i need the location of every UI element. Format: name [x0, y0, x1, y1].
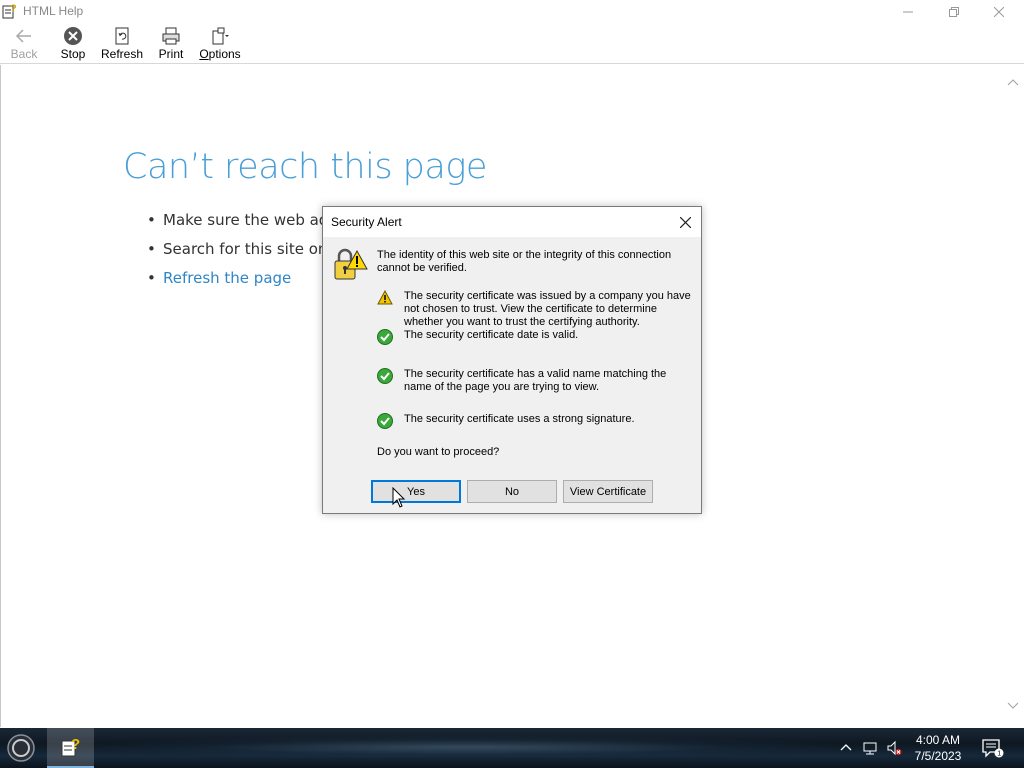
refresh-button[interactable]: Refresh — [100, 26, 144, 62]
help-app-icon: ? — [2, 3, 17, 19]
security-alert-dialog: Security Alert The identity of this web … — [322, 206, 702, 514]
check-text: The security certificate was issued by a… — [404, 290, 691, 328]
minimize-button[interactable] — [885, 0, 931, 23]
help-app-icon: ? — [61, 736, 80, 757]
title-bar: ? HTML Help — [0, 0, 1024, 23]
stop-icon — [64, 27, 82, 45]
back-arrow-icon — [15, 29, 31, 43]
refresh-page-link[interactable]: Refresh the page — [147, 269, 347, 298]
check-text: The security certificate uses a strong s… — [404, 413, 635, 425]
suggestion-list: Make sure the web addr Search for this s… — [147, 211, 347, 298]
view-certificate-button[interactable]: View Certificate — [563, 480, 653, 503]
stop-label: Stop — [60, 47, 86, 61]
toolbar: Back Stop Refresh Print Options — [0, 23, 1024, 64]
options-icon — [212, 27, 229, 45]
list-item: Make sure the web addr — [147, 211, 347, 240]
close-window-button[interactable] — [976, 0, 1022, 23]
window-title: HTML Help — [23, 4, 84, 18]
scroll-up-icon[interactable] — [1007, 77, 1019, 89]
start-button-icon[interactable] — [6, 733, 36, 763]
checkmark-icon — [377, 413, 393, 429]
warning-icon — [377, 290, 393, 305]
show-hidden-icons-chevron-icon[interactable] — [838, 740, 854, 756]
print-button[interactable]: Print — [156, 26, 186, 62]
volume-muted-icon[interactable] — [886, 740, 902, 756]
restore-icon — [949, 6, 959, 17]
list-item: Search for this site on Bi — [147, 240, 347, 269]
print-label: Print — [158, 47, 184, 61]
checkmark-icon — [377, 368, 393, 384]
restore-button[interactable] — [931, 0, 977, 23]
scroll-down-icon[interactable] — [1007, 699, 1019, 711]
check-text: The security certificate date is valid. — [404, 329, 579, 341]
svg-text:?: ? — [71, 736, 80, 753]
notification-count: 1 — [997, 751, 1001, 758]
options-label-rest: ptions — [208, 47, 241, 61]
mouse-cursor-icon — [392, 487, 406, 508]
dialog-title-bar: Security Alert — [323, 207, 701, 237]
dialog-close-button[interactable] — [675, 213, 695, 231]
close-icon — [994, 6, 1004, 17]
svg-text:?: ? — [10, 3, 17, 15]
refresh-icon — [115, 27, 129, 45]
no-button[interactable]: No — [467, 480, 557, 503]
minimize-icon — [903, 11, 913, 12]
back-button[interactable]: Back — [8, 26, 40, 62]
options-button[interactable]: Options — [198, 26, 242, 62]
system-clock[interactable]: 4:00 AM 7/5/2023 — [906, 732, 970, 764]
checkmark-icon — [377, 329, 393, 345]
dialog-body: The identity of this web site or the int… — [323, 237, 701, 513]
taskbar: ? 4:00 AM 7/5/2023 1 — [0, 728, 1024, 768]
dialog-title: Security Alert — [331, 215, 402, 229]
printer-icon — [162, 27, 180, 45]
options-label-accelerator: O — [199, 47, 209, 61]
options-label: Options — [199, 47, 240, 61]
clock-time: 4:00 AM — [915, 733, 961, 747]
network-icon[interactable] — [862, 740, 878, 756]
dialog-intro-text: The identity of this web site or the int… — [377, 249, 672, 274]
proceed-question: Do you want to proceed? — [377, 446, 500, 458]
clock-date: 7/5/2023 — [914, 749, 962, 763]
page-title: Can’t reach this page — [123, 147, 487, 187]
action-center-button[interactable]: 1 — [982, 738, 1004, 758]
close-icon — [679, 216, 691, 228]
back-label: Back — [10, 47, 38, 61]
padlock-warning-icon — [334, 248, 368, 280]
taskbar-wallpaper-sheen — [95, 736, 835, 758]
notification-icon: 1 — [982, 739, 1004, 758]
taskbar-html-help-app[interactable]: ? — [47, 728, 94, 768]
stop-button[interactable]: Stop — [58, 26, 88, 62]
yes-button[interactable]: Yes — [371, 480, 461, 503]
refresh-label: Refresh — [100, 47, 144, 61]
check-text: The security certificate has a valid nam… — [404, 368, 667, 393]
